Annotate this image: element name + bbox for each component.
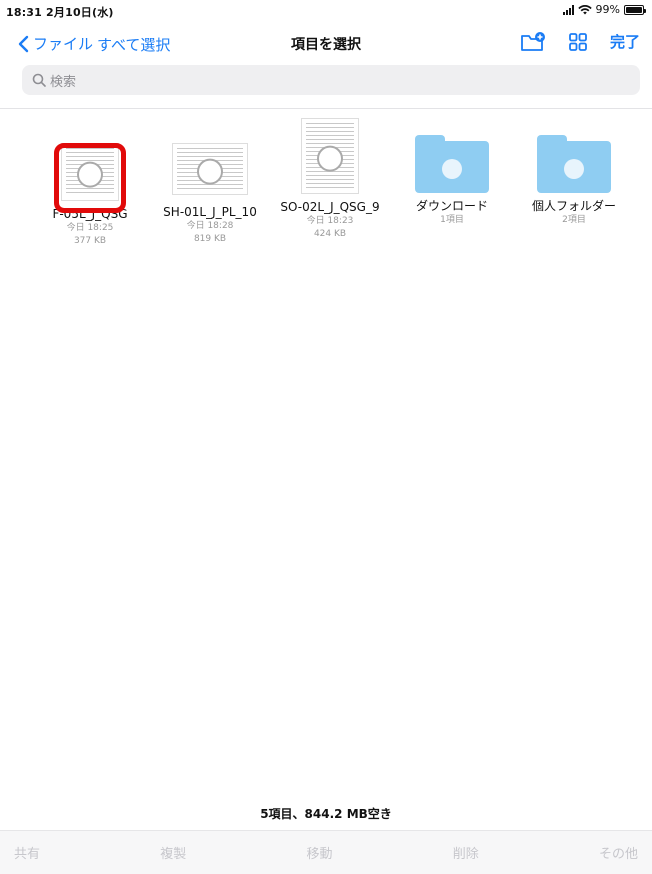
file-item-so02l[interactable]: SO-02L_J_QSG_9 今日 18:23 424 KB [270, 118, 390, 241]
move-button[interactable]: 移動 [306, 843, 332, 862]
folder-count: 1項目 [440, 215, 464, 225]
folder-name: ダウンロード [415, 199, 488, 213]
file-date: 今日 18:28 [186, 221, 234, 231]
duplicate-button[interactable]: 複製 [160, 843, 186, 862]
document-thumbnail [61, 143, 119, 201]
divider [0, 108, 652, 109]
file-item-f05l[interactable]: F-05L_J_QSG 今日 18:25 377 KB [30, 143, 150, 248]
folder-icon [415, 135, 489, 193]
file-name: F-05L_J_QSG [52, 207, 128, 221]
search-placeholder: 検索 [50, 74, 77, 90]
share-button[interactable]: 共有 [14, 843, 40, 862]
file-size: 819 KB [193, 234, 227, 244]
nav-actions: 完了 [520, 31, 640, 52]
signal-icon [562, 4, 574, 15]
file-name: SO-02L_J_QSG_9 [280, 200, 380, 214]
folder-count: 2項目 [562, 215, 586, 225]
wifi-icon [577, 4, 592, 14]
status-right: 99% [562, 3, 646, 16]
delete-button[interactable]: 削除 [453, 843, 479, 862]
file-size: 377 KB [73, 236, 107, 246]
battery-icon [624, 4, 646, 15]
search-input[interactable]: 検索 [22, 65, 640, 95]
grid-view-icon[interactable] [568, 32, 588, 52]
done-button[interactable]: 完了 [610, 31, 640, 52]
file-name: SH-01L_J_PL_10 [163, 205, 257, 219]
more-button[interactable]: その他 [599, 843, 638, 862]
status-time: 18:31 2月10日(水) [6, 6, 114, 19]
bottom-toolbar: 共有 複製 移動 削除 その他 [0, 830, 652, 874]
folder-icon [537, 135, 611, 193]
battery-percent: 99% [595, 3, 620, 16]
storage-info: 5項目、844.2 MB空き [260, 807, 392, 821]
file-item-sh01l[interactable]: SH-01L_J_PL_10 今日 18:28 819 KB [150, 143, 270, 246]
folder-name: 個人フォルダー [531, 199, 616, 213]
status-bar: 18:31 2月10日(水) 99% [0, 0, 652, 22]
folder-item-personal[interactable]: 個人フォルダー 2項目 [514, 135, 634, 227]
document-thumbnail [172, 143, 248, 195]
folder-item-downloads[interactable]: ダウンロード 1項目 [392, 135, 512, 227]
navigation-bar: ファイル すべて選択 項目を選択 完了 [0, 28, 652, 60]
document-thumbnail [301, 118, 359, 194]
file-size: 424 KB [313, 229, 347, 239]
file-date: 今日 18:25 [66, 223, 114, 233]
search-icon [32, 73, 46, 87]
new-folder-icon[interactable] [520, 31, 546, 52]
file-date: 今日 18:23 [306, 216, 354, 226]
